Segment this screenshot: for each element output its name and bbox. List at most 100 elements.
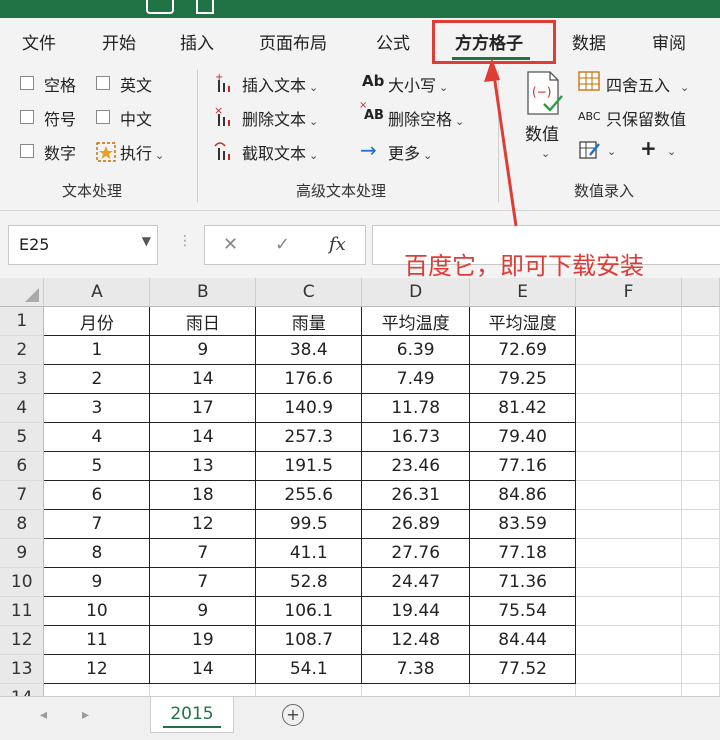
row-header-10[interactable]: 10 [0, 567, 45, 597]
case-button[interactable]: 大小写 ⌄ [388, 72, 448, 96]
tab-insert[interactable]: 插入 [180, 29, 214, 54]
cell-extra[interactable] [681, 625, 720, 655]
cell-f8[interactable] [575, 509, 682, 539]
cell-e1[interactable]: 平均湿度 [469, 306, 577, 336]
tab-page-layout[interactable]: 页面布局 [259, 29, 327, 54]
checkbox-number[interactable] [20, 144, 34, 158]
more-button[interactable]: 更多 ⌄ [388, 140, 432, 164]
cell-a4[interactable]: 3 [43, 393, 151, 423]
cell-c12[interactable]: 108.7 [255, 625, 363, 655]
cell-b13[interactable]: 14 [149, 654, 257, 684]
document-icon[interactable] [196, 0, 214, 14]
cell-extra[interactable] [681, 567, 720, 597]
cell-e13[interactable]: 77.52 [469, 654, 577, 684]
row-header-9[interactable]: 9 [0, 538, 45, 568]
row-header-2[interactable]: 2 [0, 335, 45, 365]
cell-extra[interactable] [681, 393, 720, 423]
delete-spaces-button[interactable]: 删除空格 ⌄ [388, 106, 464, 130]
cell-extra[interactable] [681, 364, 720, 394]
column-header-f[interactable]: F [575, 278, 682, 307]
row-header-3[interactable]: 3 [0, 364, 45, 394]
cell-c1[interactable]: 雨量 [255, 306, 363, 336]
cell-d12[interactable]: 12.48 [361, 625, 471, 655]
row-header-11[interactable]: 11 [0, 596, 45, 626]
row-header-5[interactable]: 5 [0, 422, 45, 452]
cell-e5[interactable]: 79.40 [469, 422, 577, 452]
cell-d10[interactable]: 24.47 [361, 567, 471, 597]
cell-f13[interactable] [575, 654, 682, 684]
cell-a12[interactable]: 11 [43, 625, 151, 655]
tab-data[interactable]: 数据 [572, 29, 606, 54]
cell-b6[interactable]: 13 [149, 451, 257, 481]
more-options-icon[interactable]: ⋮ [178, 233, 192, 249]
cell-e11[interactable]: 75.54 [469, 596, 577, 626]
cell-e12[interactable]: 84.44 [469, 625, 577, 655]
cell-a7[interactable]: 6 [43, 480, 151, 510]
cell-extra[interactable] [681, 335, 720, 365]
row-header-6[interactable]: 6 [0, 451, 45, 481]
cell-a1[interactable]: 月份 [43, 306, 151, 336]
next-sheet-icon[interactable]: ▸ [82, 707, 89, 723]
cell-c8[interactable]: 99.5 [255, 509, 363, 539]
prev-sheet-icon[interactable]: ◂ [40, 707, 47, 723]
edit-table-icon[interactable] [578, 139, 602, 161]
cell-c7[interactable]: 255.6 [255, 480, 363, 510]
cell-c10[interactable]: 52.8 [255, 567, 363, 597]
tab-review[interactable]: 审阅 [652, 29, 686, 54]
cell-b12[interactable]: 19 [149, 625, 257, 655]
cell-b7[interactable]: 18 [149, 480, 257, 510]
row-header-1[interactable]: 1 [0, 306, 45, 336]
cell-d5[interactable]: 16.73 [361, 422, 471, 452]
cell-d7[interactable]: 26.31 [361, 480, 471, 510]
cell-d3[interactable]: 7.49 [361, 364, 471, 394]
cell-a6[interactable]: 5 [43, 451, 151, 481]
fx-icon[interactable]: fx [329, 234, 346, 255]
cell-extra[interactable] [681, 654, 720, 684]
checkbox-english[interactable] [96, 76, 110, 90]
sheet-tab-2015[interactable]: 2015 [150, 697, 234, 733]
cell-a2[interactable]: 1 [43, 335, 151, 365]
cell-extra[interactable] [681, 306, 720, 336]
cell-b5[interactable]: 14 [149, 422, 257, 452]
cell-d1[interactable]: 平均温度 [361, 306, 471, 336]
round-button[interactable]: 四舍五入 ⌄ [606, 72, 689, 96]
insert-text-button[interactable]: 插入文本 ⌄ [242, 72, 318, 96]
cell-a13[interactable]: 12 [43, 654, 151, 684]
cell-f2[interactable] [575, 335, 682, 365]
cell-b1[interactable]: 雨日 [149, 306, 257, 336]
cell-b9[interactable]: 7 [149, 538, 257, 568]
cell-f6[interactable] [575, 451, 682, 481]
cell-d13[interactable]: 7.38 [361, 654, 471, 684]
cell-d4[interactable]: 11.78 [361, 393, 471, 423]
cell-d2[interactable]: 6.39 [361, 335, 471, 365]
column-header-a[interactable]: A [43, 278, 151, 307]
checkbox-space[interactable] [20, 76, 34, 90]
cell-c3[interactable]: 176.6 [255, 364, 363, 394]
cell-b4[interactable]: 17 [149, 393, 257, 423]
cell-extra[interactable] [681, 451, 720, 481]
cell-e7[interactable]: 84.86 [469, 480, 577, 510]
chevron-down-icon[interactable]: ⌄ [604, 140, 616, 159]
cell-a3[interactable]: 2 [43, 364, 151, 394]
column-header-c[interactable]: C [255, 278, 363, 307]
cell-f7[interactable] [575, 480, 682, 510]
cell-f4[interactable] [575, 393, 682, 423]
cell-f3[interactable] [575, 364, 682, 394]
cell-a11[interactable]: 10 [43, 596, 151, 626]
name-box[interactable]: E25 ▼ [8, 225, 158, 265]
checkbox-chinese[interactable] [96, 110, 110, 124]
tab-file[interactable]: 文件 [22, 29, 56, 54]
tab-formulas[interactable]: 公式 [376, 29, 410, 54]
cell-e3[interactable]: 79.25 [469, 364, 577, 394]
cell-d6[interactable]: 23.46 [361, 451, 471, 481]
cell-c9[interactable]: 41.1 [255, 538, 363, 568]
row-header-7[interactable]: 7 [0, 480, 45, 510]
cell-c6[interactable]: 191.5 [255, 451, 363, 481]
cell-d9[interactable]: 27.76 [361, 538, 471, 568]
cell-d11[interactable]: 19.44 [361, 596, 471, 626]
cell-e6[interactable]: 77.16 [469, 451, 577, 481]
cell-b10[interactable]: 7 [149, 567, 257, 597]
cell-b2[interactable]: 9 [149, 335, 257, 365]
cell-e10[interactable]: 71.36 [469, 567, 577, 597]
column-header-e[interactable]: E [469, 278, 577, 307]
